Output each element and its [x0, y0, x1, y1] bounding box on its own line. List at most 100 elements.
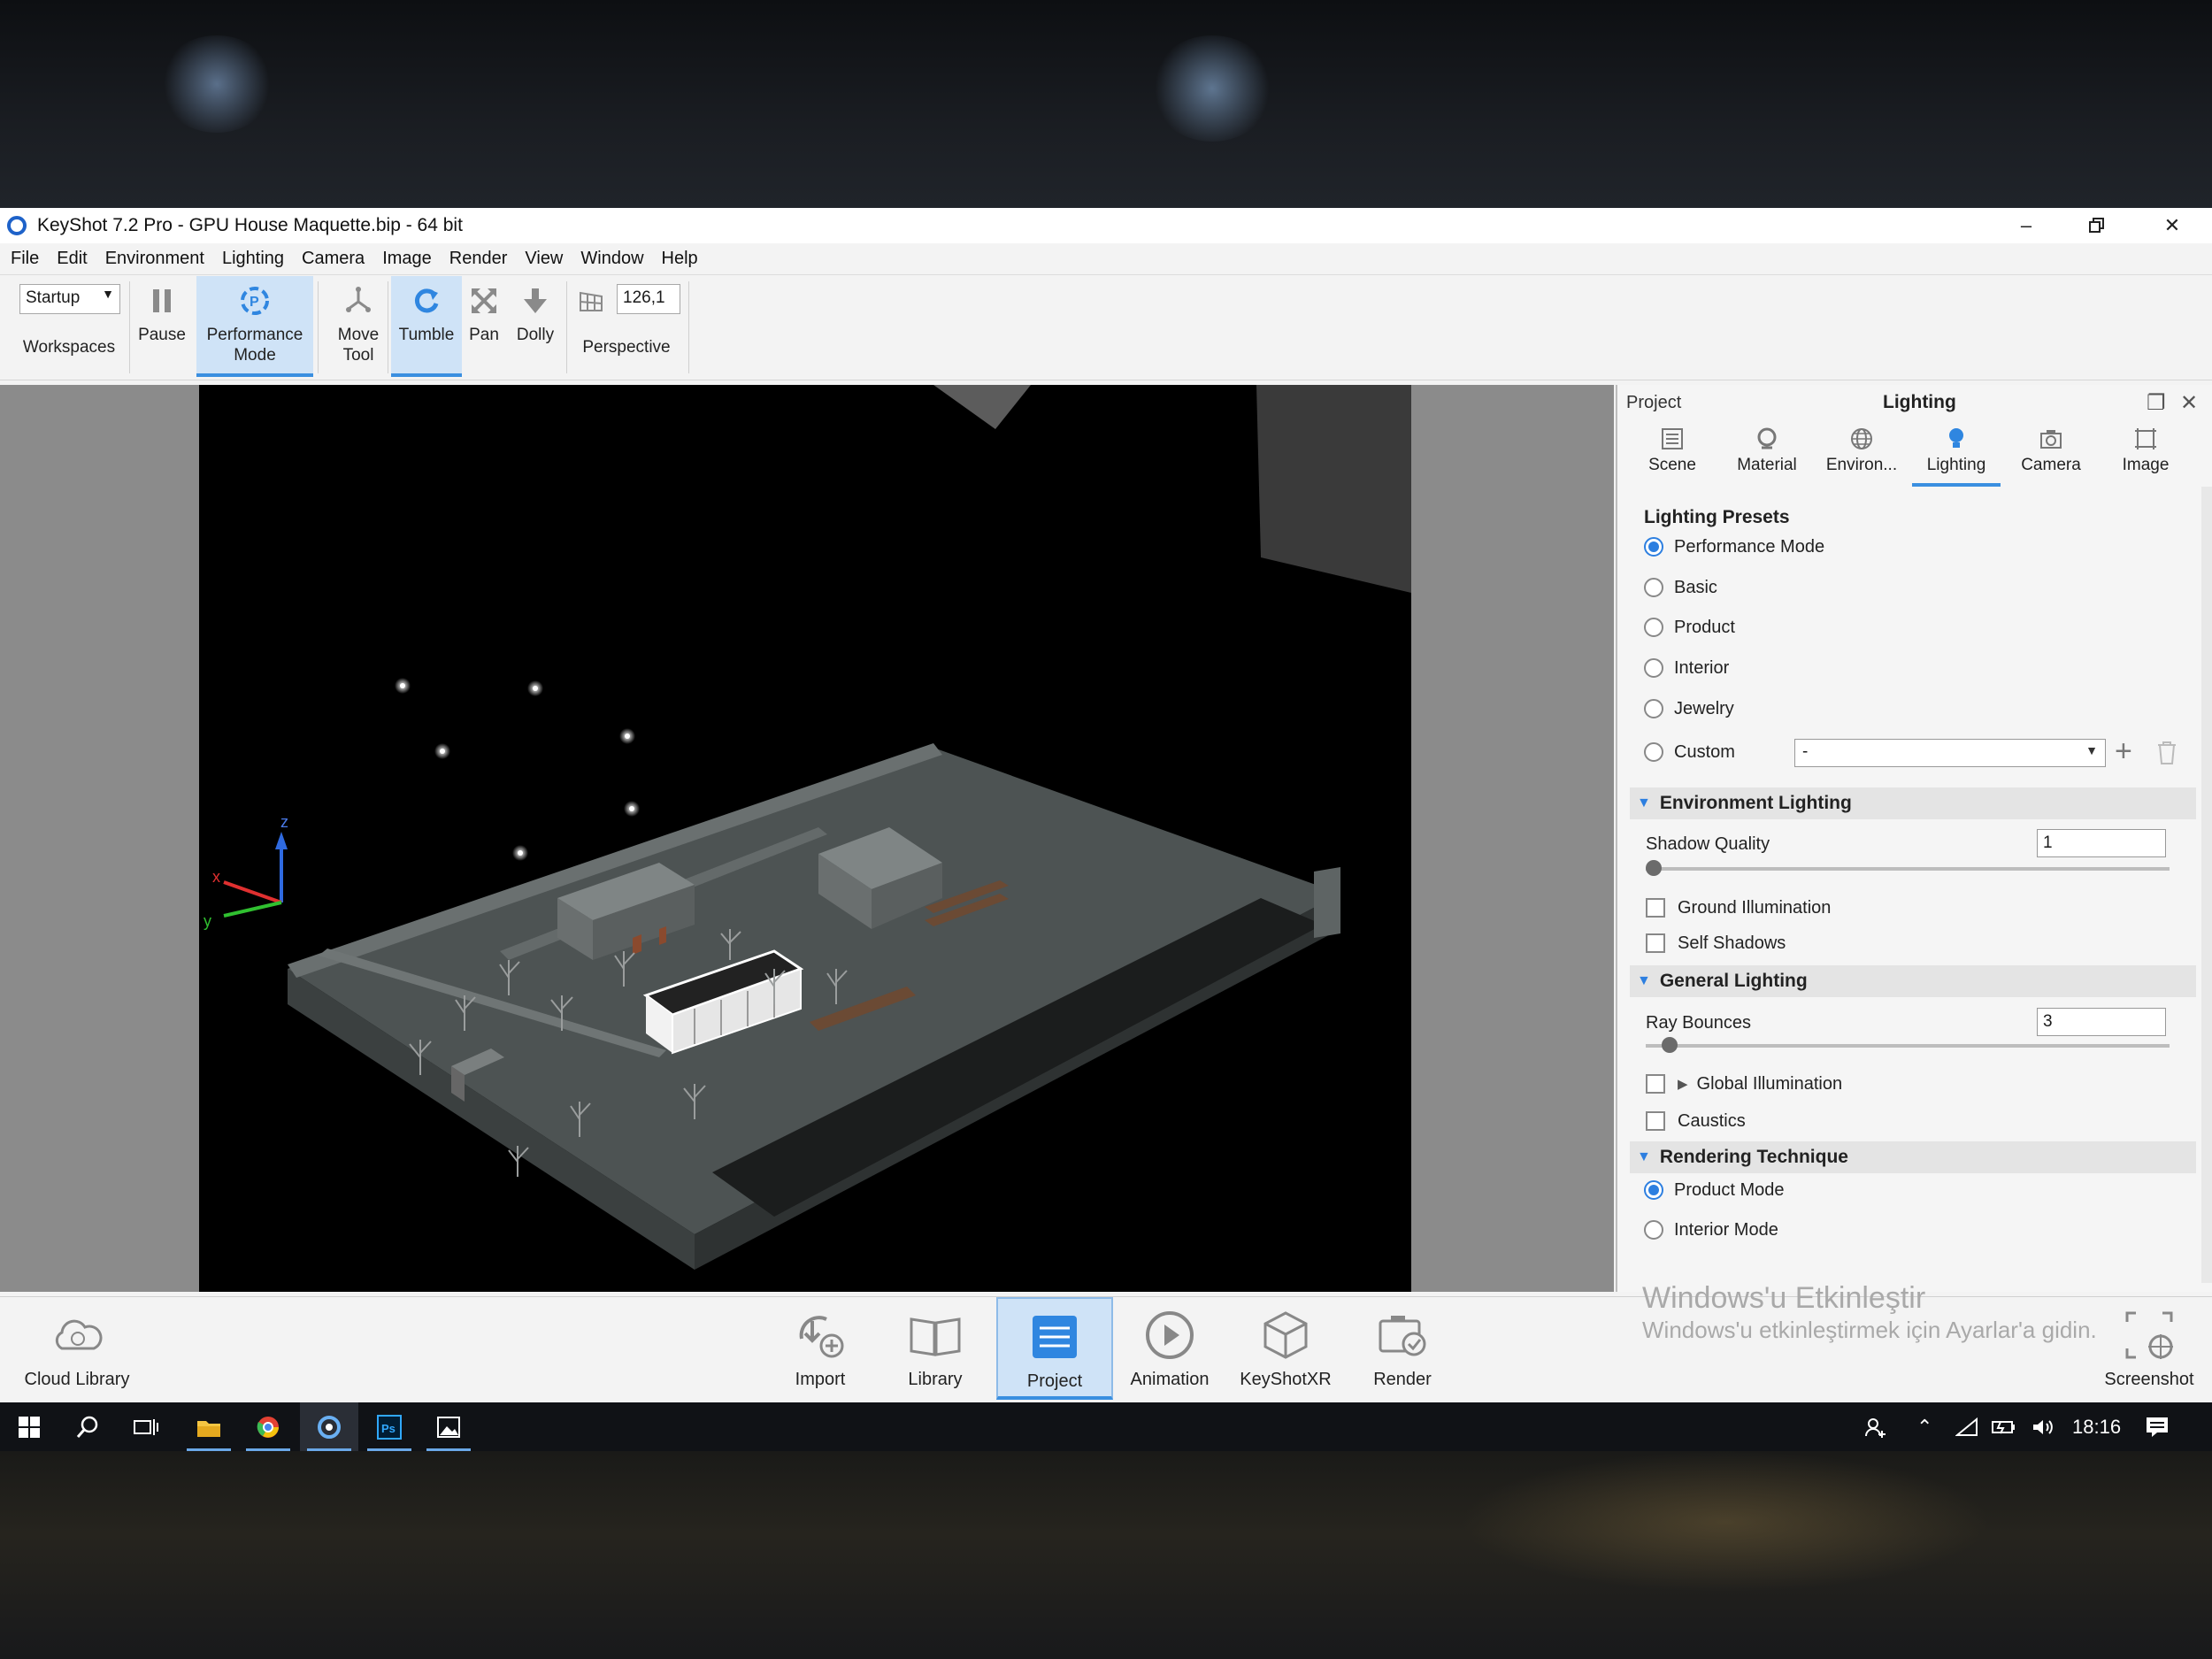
notification-center-button[interactable] [2145, 1402, 2170, 1451]
tab-scene[interactable]: Scene [1628, 420, 1717, 487]
chevron-up-icon[interactable]: ⌃ [1916, 1402, 1932, 1451]
render-button[interactable]: Render [1347, 1297, 1458, 1400]
preset-product[interactable]: Product [1644, 612, 1735, 642]
pan-label: Pan [469, 326, 499, 344]
cloud-library-icon [48, 1306, 106, 1364]
minimize-button[interactable]: – [1991, 208, 2062, 243]
task-view-button[interactable] [117, 1402, 175, 1451]
pan-button[interactable]: Pan [464, 276, 504, 377]
ray-bounces-slider[interactable] [1646, 1037, 2170, 1053]
preset-custom[interactable]: Custom [1644, 737, 1735, 767]
axis-x-label: x [212, 868, 220, 886]
workspaces-button[interactable]: Workspaces [16, 276, 122, 377]
menu-edit[interactable]: Edit [48, 249, 96, 269]
blurred-background-top [0, 0, 2212, 208]
search-button[interactable] [58, 1402, 117, 1451]
environment-lighting-header[interactable]: ▼ Environment Lighting [1630, 787, 2196, 819]
preset-basic[interactable]: Basic [1644, 572, 1717, 603]
caustics-checkbox[interactable]: Caustics [1646, 1107, 1746, 1135]
keyshotxr-button[interactable]: KeyShotXR [1230, 1297, 1341, 1400]
menu-camera[interactable]: Camera [293, 249, 373, 269]
menu-help[interactable]: Help [653, 249, 707, 269]
minimize-icon: – [2020, 214, 2032, 236]
preset-performance-mode[interactable]: Performance Mode [1644, 532, 1824, 562]
bottom-label: Import [795, 1370, 846, 1389]
preset-jewelry[interactable]: Jewelry [1644, 694, 1734, 724]
move-tool-button[interactable]: Move Tool [320, 276, 396, 377]
undock-icon[interactable]: ❐ [2147, 390, 2166, 416]
preset-label: Product [1674, 617, 1735, 637]
menu-window[interactable]: Window [572, 249, 652, 269]
delete-preset-icon[interactable] [2155, 741, 2178, 765]
taskbar-keyshot[interactable] [300, 1402, 358, 1451]
wifi-icon[interactable] [1955, 1402, 1978, 1451]
technique-product-mode[interactable]: Product Mode [1644, 1175, 1785, 1205]
project-button[interactable]: Project [996, 1297, 1113, 1400]
tab-lighting[interactable]: Lighting [1912, 420, 2001, 487]
expand-arrow-icon[interactable]: ▶ [1678, 1076, 1688, 1092]
pause-button[interactable]: Pause [133, 276, 191, 377]
lighting-presets-title: Lighting Presets [1644, 507, 1790, 527]
performance-mode-button[interactable]: P Performance Mode [196, 276, 313, 377]
menu-environment[interactable]: Environment [96, 249, 213, 269]
add-preset-icon[interactable]: + [2115, 736, 2132, 766]
workspaces-label: Workspaces [22, 338, 116, 357]
cloud-library-button[interactable]: Cloud Library [19, 1297, 134, 1400]
clock[interactable]: 18:16 [2072, 1402, 2121, 1451]
ground-illumination-checkbox[interactable]: Ground Illumination [1646, 894, 1831, 922]
global-illumination-checkbox[interactable]: ▶ Global Illumination [1646, 1070, 1842, 1098]
menu-lighting[interactable]: Lighting [213, 249, 293, 269]
dolly-icon [518, 283, 553, 319]
dolly-button[interactable]: Dolly [510, 276, 561, 377]
menu-file[interactable]: File [2, 249, 48, 269]
start-button[interactable] [0, 1402, 58, 1451]
taskbar-file-explorer[interactable] [180, 1402, 238, 1451]
render-viewport[interactable]: z x y [199, 385, 1411, 1292]
rendering-technique-header[interactable]: ▼ Rendering Technique [1630, 1141, 2196, 1173]
battery-icon[interactable] [1991, 1402, 2017, 1451]
library-book-icon [906, 1306, 964, 1364]
shadow-quality-slider[interactable] [1646, 860, 2170, 876]
slider-handle[interactable] [1646, 860, 1662, 876]
keyshot-icon [318, 1415, 341, 1439]
menu-image[interactable]: Image [373, 249, 441, 269]
general-lighting-header[interactable]: ▼ General Lighting [1630, 965, 2196, 997]
shadow-quality-input[interactable]: 1 [2037, 829, 2166, 857]
checkbox [1646, 898, 1665, 918]
tab-material[interactable]: Material [1723, 420, 1811, 487]
self-shadows-checkbox[interactable]: Self Shadows [1646, 929, 1786, 957]
taskbar-photoshop[interactable]: Ps [360, 1402, 419, 1451]
menu-view[interactable]: View [516, 249, 572, 269]
close-panel-icon[interactable]: ✕ [2180, 390, 2198, 416]
volume-icon[interactable] [2031, 1402, 2057, 1451]
close-button[interactable]: ✕ [2137, 208, 2208, 243]
import-icon [791, 1306, 849, 1364]
tumble-button[interactable]: Tumble [391, 276, 462, 377]
animation-button[interactable]: Animation [1114, 1297, 1225, 1400]
restore-button[interactable] [2062, 208, 2132, 243]
tab-environment[interactable]: Environ... [1817, 420, 1906, 487]
taskbar-photos[interactable] [419, 1402, 478, 1451]
scene-list-icon [1657, 424, 1687, 454]
tumble-icon [409, 283, 444, 319]
screenshot-button[interactable]: Screenshot [2092, 1297, 2207, 1400]
bottom-label: Project [1026, 1371, 1083, 1391]
svg-text:Ps: Ps [381, 1422, 396, 1435]
taskbar-chrome[interactable] [239, 1402, 297, 1451]
group-title: General Lighting [1659, 971, 1808, 991]
tab-camera[interactable]: Camera [2007, 420, 2095, 487]
technique-interior-mode[interactable]: Interior Mode [1644, 1215, 1778, 1245]
import-button[interactable]: Import [764, 1297, 876, 1400]
tab-image[interactable]: Image [2101, 420, 2190, 487]
panel-scrollbar[interactable] [2201, 487, 2212, 1283]
library-button[interactable]: Library [879, 1297, 991, 1400]
menu-render[interactable]: Render [441, 249, 517, 269]
perspective-button[interactable]: Perspective [573, 276, 680, 377]
slider-handle[interactable] [1661, 1037, 1678, 1053]
custom-preset-dropdown[interactable]: - ▼ [1794, 739, 2106, 767]
camera-icon [2036, 424, 2066, 454]
preset-interior[interactable]: Interior [1644, 653, 1729, 683]
people-icon[interactable] [1863, 1402, 1888, 1451]
tab-label: Material [1737, 456, 1797, 474]
ray-bounces-input[interactable]: 3 [2037, 1008, 2166, 1036]
